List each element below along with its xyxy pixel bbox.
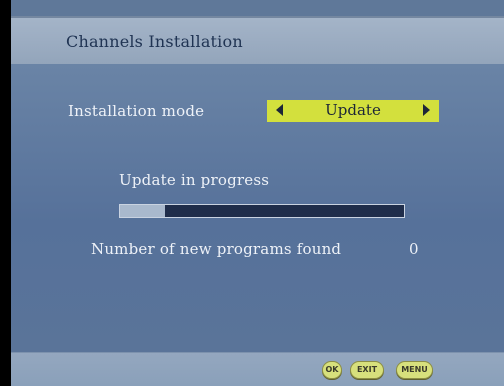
arrow-right-icon[interactable]	[423, 104, 430, 116]
menu-button[interactable]: MENU	[396, 361, 433, 379]
tv-screen: Channels Installation Installation mode …	[11, 0, 504, 386]
progress-bar-fill	[120, 205, 166, 217]
title-bar: Channels Installation	[11, 16, 504, 66]
content-panel: Installation mode Update Update in progr…	[11, 64, 504, 352]
exit-button[interactable]: EXIT	[350, 361, 384, 379]
installation-mode-label: Installation mode	[68, 102, 205, 120]
progress-bar	[119, 204, 405, 218]
ok-button[interactable]: OK	[322, 361, 342, 379]
new-programs-label: Number of new programs found	[91, 240, 342, 258]
installation-mode-value: Update	[325, 101, 381, 119]
page-title: Channels Installation	[66, 32, 243, 51]
installation-mode-selector[interactable]: Update	[267, 100, 439, 122]
footer-bar: OK EXIT MENU	[11, 352, 504, 386]
new-programs-count: 0	[409, 240, 419, 258]
progress-label: Update in progress	[119, 171, 270, 189]
